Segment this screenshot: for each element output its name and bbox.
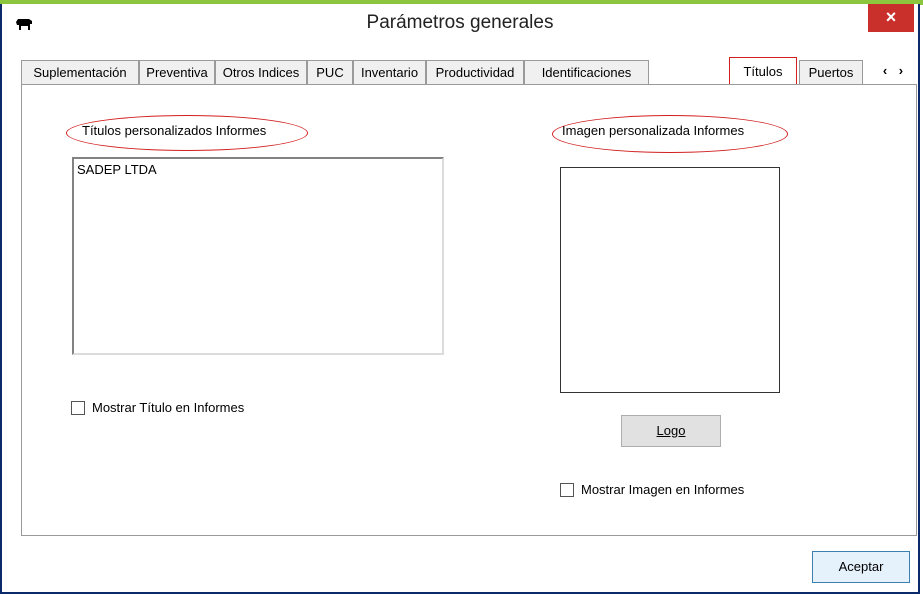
tab-preventiva[interactable]: Preventiva xyxy=(139,60,215,84)
close-icon: × xyxy=(885,7,897,27)
tab-productividad[interactable]: Productividad xyxy=(426,60,524,84)
logo-button-label: Logo xyxy=(656,423,686,438)
tab-puc[interactable]: PUC xyxy=(307,60,353,84)
mostrar-titulo-label: Mostrar Título en Informes xyxy=(92,400,245,415)
tab-identificaciones[interactable]: Identificaciones xyxy=(524,60,649,84)
imagen-section-label: Imagen personalizada Informes xyxy=(562,123,745,138)
title-bar: Parámetros generales × xyxy=(2,4,918,44)
tab-otros-indices[interactable]: Otros Indices xyxy=(215,60,307,84)
tab-suplementacion[interactable]: Suplementación xyxy=(21,60,139,84)
ok-button[interactable]: Aceptar xyxy=(812,551,910,583)
tab-puertos[interactable]: Puertos xyxy=(799,60,863,84)
close-button[interactable]: × xyxy=(868,4,914,32)
mostrar-imagen-checkbox[interactable] xyxy=(560,483,574,497)
window-title: Parámetros generales xyxy=(366,12,554,33)
mostrar-imagen-label: Mostrar Imagen en Informes xyxy=(581,482,745,497)
mostrar-titulo-checkbox[interactable] xyxy=(71,401,85,415)
logo-button[interactable]: Logo xyxy=(621,415,721,447)
tab-bar: Suplementación Preventiva Otros Indices … xyxy=(21,57,917,86)
titulos-textarea[interactable]: SADEP LTDA xyxy=(72,157,444,355)
dialog-window: Parámetros generales × Suplementación Pr… xyxy=(0,4,920,594)
titulos-section-label: Títulos personalizados Informes xyxy=(82,123,267,138)
tab-titulos[interactable]: Títulos xyxy=(729,57,797,85)
tab-scroll-arrows[interactable]: ‹ › xyxy=(873,60,917,84)
logo-image-box[interactable] xyxy=(560,167,780,393)
tab-inventario[interactable]: Inventario xyxy=(353,60,426,84)
tab-panel-titulos: Títulos personalizados Informes SADEP LT… xyxy=(21,84,917,536)
